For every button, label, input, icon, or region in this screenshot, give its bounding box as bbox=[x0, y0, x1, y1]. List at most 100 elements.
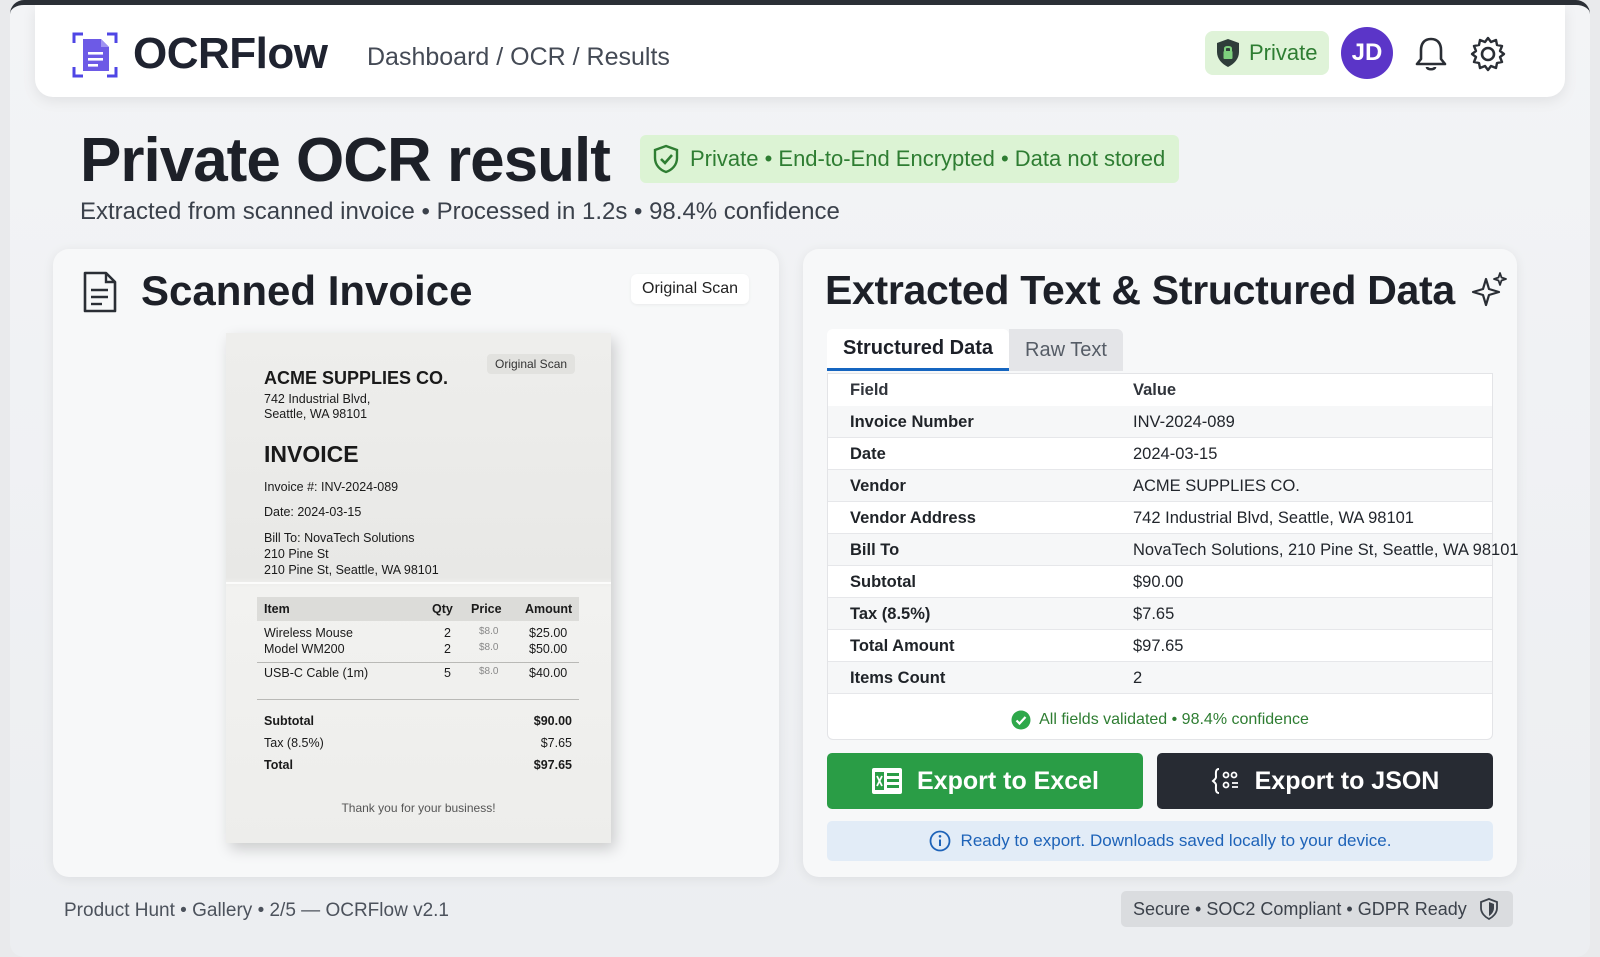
encryption-badge: Private • End-to-End Encrypted • Data no… bbox=[640, 135, 1180, 183]
export-excel-button[interactable]: Export to Excel bbox=[827, 753, 1143, 809]
shield-icon bbox=[1479, 898, 1498, 920]
row-value: 2 bbox=[1133, 669, 1143, 687]
original-scan-tag[interactable]: Original Scan bbox=[631, 274, 750, 304]
user-avatar[interactable]: JD bbox=[1341, 27, 1393, 79]
invoice-vendor: ACME SUPPLIES CO. bbox=[264, 368, 449, 388]
json-braces-icon bbox=[1211, 768, 1238, 794]
row-amount: $50.00 bbox=[529, 642, 568, 656]
table-row[interactable]: Subtotal $90.00 bbox=[828, 566, 1492, 598]
row-field: Items Count bbox=[850, 669, 946, 687]
row-field: Subtotal bbox=[850, 573, 916, 591]
export-json-label: Export to JSON bbox=[1254, 766, 1440, 795]
col-price: Price bbox=[471, 602, 502, 616]
bell-icon[interactable] bbox=[1413, 35, 1449, 73]
row-field: Vendor bbox=[850, 477, 906, 495]
bill-to-line3: 210 Pine St, Seattle, WA 98101 bbox=[264, 563, 439, 577]
top-header: OCRFlow Dashboard / OCR / Results Privat… bbox=[35, 5, 1565, 97]
col-qty: Qty bbox=[432, 602, 453, 616]
row-qty: 5 bbox=[444, 666, 451, 680]
shield-lock-icon bbox=[1217, 39, 1239, 67]
privacy-label: Private bbox=[1249, 40, 1318, 65]
row-value: $97.65 bbox=[1133, 637, 1184, 655]
row-field: Invoice Number bbox=[850, 413, 974, 431]
table-row[interactable]: Vendor ACME SUPPLIES CO. bbox=[828, 470, 1492, 502]
row-field: Bill To bbox=[850, 541, 900, 559]
row-price: $8.0 bbox=[479, 666, 499, 677]
table-row[interactable]: Items Count 2 bbox=[828, 662, 1492, 694]
export-info-text: Ready to export. Downloads saved locally… bbox=[960, 831, 1392, 850]
scanned-invoice-panel: Scanned Invoice Original Scan Original S… bbox=[53, 249, 779, 877]
extracted-data-title: Extracted Text & Structured Data bbox=[825, 267, 1455, 313]
invoice-row: Model WM200 2 $8.0 $50.00 bbox=[257, 642, 579, 660]
privacy-badge[interactable]: Private bbox=[1205, 31, 1330, 75]
row-price: $8.0 bbox=[479, 626, 499, 637]
row-qty: 2 bbox=[444, 642, 451, 656]
tab-raw-text[interactable]: Raw Text bbox=[1009, 329, 1123, 371]
table-header: Field Value bbox=[828, 374, 1492, 406]
table-row[interactable]: Invoice Number INV-2024-089 bbox=[828, 406, 1492, 438]
breadcrumb[interactable]: Dashboard / OCR / Results bbox=[367, 43, 670, 72]
row-value: $7.65 bbox=[1133, 605, 1175, 623]
invoice-address: 742 Industrial Blvd, Seattle, WA 98101 bbox=[264, 392, 464, 422]
sparkle-icon bbox=[1471, 272, 1507, 307]
invoice-total: Total $97.65 bbox=[264, 758, 572, 772]
compliance-text: Secure • SOC2 Compliant • GDPR Ready bbox=[1133, 898, 1467, 919]
invoice-number: Invoice #: INV-2024-089 bbox=[264, 480, 399, 494]
table-row[interactable]: Date 2024-03-15 bbox=[828, 438, 1492, 470]
header-value: Value bbox=[1133, 381, 1177, 399]
table-row[interactable]: Bill To NovaTech Solutions, 210 Pine St,… bbox=[828, 534, 1519, 566]
data-tabs: Structured Data Raw Text bbox=[827, 329, 1123, 371]
col-amount: Amount bbox=[525, 602, 573, 616]
row-field: Date bbox=[850, 445, 886, 463]
subtotal-value: $90.00 bbox=[533, 714, 572, 728]
row-amount: $25.00 bbox=[529, 626, 568, 640]
app-window: OCRFlow Dashboard / OCR / Results Privat… bbox=[10, 0, 1590, 957]
invoice-tax: Tax (8.5%) $7.65 bbox=[264, 736, 572, 750]
invoice-subtotal: Subtotal $90.00 bbox=[264, 714, 572, 728]
row-item: Wireless Mouse bbox=[264, 626, 353, 640]
row-price: $8.0 bbox=[479, 642, 499, 653]
export-excel-label: Export to Excel bbox=[917, 766, 1099, 795]
invoice-date: Date: 2024-03-15 bbox=[264, 505, 362, 519]
ocr-logo-icon[interactable] bbox=[71, 31, 119, 79]
row-item: USB-C Cable (1m) bbox=[264, 666, 369, 680]
invoice-address-line2: Seattle, WA 98101 bbox=[264, 407, 368, 421]
header-field: Field bbox=[850, 381, 889, 399]
invoice-thanks: Thank you for your business! bbox=[341, 801, 496, 815]
export-json-button[interactable]: Export to JSON bbox=[1157, 753, 1493, 809]
row-field: Vendor Address bbox=[850, 509, 976, 527]
compliance-badge: Secure • SOC2 Compliant • GDPR Ready bbox=[1121, 891, 1513, 927]
excel-icon bbox=[872, 768, 902, 794]
table-row[interactable]: Total Amount $97.65 bbox=[828, 630, 1492, 662]
structured-data-table: Field Value Invoice Number INV-2024-089 … bbox=[827, 373, 1519, 740]
brand-name[interactable]: OCRFlow bbox=[133, 29, 328, 79]
export-info-bar: Ready to export. Downloads saved locally… bbox=[827, 821, 1493, 861]
row-value: NovaTech Solutions, 210 Pine St, Seattle… bbox=[1133, 541, 1519, 559]
invoice-scan-image: Original Scan ACME SUPPLIES CO. 742 Indu… bbox=[226, 333, 611, 843]
tax-value: $7.65 bbox=[540, 736, 572, 750]
table-row[interactable]: Vendor Address 742 Industrial Blvd, Seat… bbox=[828, 502, 1492, 534]
table-row[interactable]: Tax (8.5%) $7.65 bbox=[828, 598, 1492, 630]
validation-text: All fields validated • 98.4% confidence bbox=[1039, 711, 1309, 728]
col-item: Item bbox=[264, 602, 290, 616]
row-value: 2024-03-15 bbox=[1133, 445, 1218, 463]
extracted-data-panel: Extracted Text & Structured Data Structu… bbox=[803, 249, 1519, 877]
invoice-scan-tag: Original Scan bbox=[487, 354, 576, 374]
document-icon bbox=[83, 271, 117, 313]
info-icon bbox=[929, 830, 950, 852]
encryption-badge-text: Private • End-to-End Encrypted • Data no… bbox=[690, 146, 1166, 171]
row-value: ACME SUPPLIES CO. bbox=[1133, 477, 1300, 495]
check-circle-icon bbox=[1011, 710, 1031, 730]
bill-to-line1: Bill To: NovaTech Solutions bbox=[264, 531, 415, 545]
invoice-table-header: Item Qty Price Amount bbox=[257, 597, 579, 621]
gear-icon[interactable] bbox=[1469, 35, 1507, 73]
scanned-invoice-title: Scanned Invoice bbox=[141, 267, 473, 314]
invoice-divider bbox=[257, 699, 579, 700]
total-label: Total bbox=[264, 758, 293, 772]
tab-structured-data[interactable]: Structured Data bbox=[827, 329, 1010, 371]
row-item: Model WM200 bbox=[264, 642, 345, 656]
row-value: 742 Industrial Blvd, Seattle, WA 98101 bbox=[1133, 509, 1414, 527]
row-value: INV-2024-089 bbox=[1133, 413, 1235, 431]
invoice-heading: INVOICE bbox=[264, 441, 359, 467]
shield-check-icon bbox=[653, 144, 679, 174]
